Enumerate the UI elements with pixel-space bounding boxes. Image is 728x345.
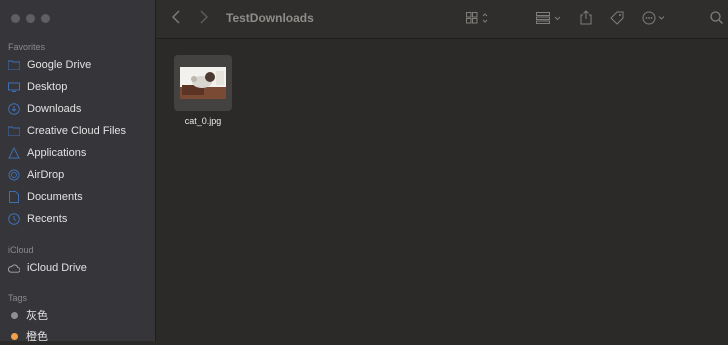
file-item[interactable]: cat_0.jpg [174, 55, 232, 129]
back-icon[interactable] [172, 10, 180, 24]
airdrop-icon [8, 169, 20, 181]
clock-icon [8, 213, 20, 225]
sidebar-item-desktop[interactable]: Desktop [8, 78, 67, 96]
share-icon[interactable] [580, 10, 592, 25]
folder-icon [8, 59, 20, 71]
folder-icon [8, 125, 20, 137]
sidebar-item-documents[interactable]: Documents [8, 188, 83, 206]
more-actions-icon[interactable] [642, 11, 668, 25]
image-thumbnail-icon [180, 67, 226, 99]
applications-icon [8, 147, 20, 159]
sidebar-item-label: Desktop [27, 81, 68, 93]
download-icon [8, 103, 20, 115]
sidebar-item-downloads[interactable]: Downloads [8, 100, 81, 118]
sidebar-item-applications[interactable]: Applications [8, 144, 86, 162]
sidebar-item-label: Documents [27, 191, 83, 203]
sidebar-item-label: Google Drive [27, 59, 92, 71]
tag-color-dot [11, 332, 18, 340]
group-by-icon[interactable] [536, 12, 564, 24]
toolbar: TestDownloads [156, 0, 728, 39]
finder-window: Favorites Google Drive Desktop Downloads… [0, 0, 728, 343]
icon-view-icon[interactable] [466, 12, 490, 24]
tag-color-dot [11, 311, 18, 319]
sidebar-item-label: Downloads [27, 103, 82, 115]
sidebar-item-google-drive[interactable]: Google Drive [8, 56, 91, 74]
cloud-icon [8, 262, 20, 274]
tag-icon[interactable] [610, 11, 624, 25]
sidebar-tag-gray[interactable]: 灰色 [8, 306, 48, 324]
window-controls [11, 14, 50, 23]
file-thumbnail[interactable] [174, 55, 232, 111]
sidebar-item-creative-cloud-files[interactable]: Creative Cloud Files [8, 122, 126, 140]
document-icon [8, 191, 20, 203]
sidebar-item-label: iCloud Drive [27, 262, 87, 274]
sidebar-item-airdrop[interactable]: AirDrop [8, 166, 64, 184]
sidebar-section-favorites: Favorites [8, 42, 46, 52]
sidebar-item-label: 灰色 [26, 310, 48, 322]
sidebar-item-label: Applications [27, 147, 87, 159]
file-area: cat_0.jpg [156, 39, 728, 341]
forward-icon[interactable] [200, 10, 208, 24]
sidebar-section-tags: Tags [8, 293, 28, 303]
sidebar-item-icloud-drive[interactable]: iCloud Drive [8, 259, 87, 277]
close-button[interactable] [11, 14, 20, 23]
sidebar-item-label: 橙色 [26, 331, 48, 343]
minimize-button[interactable] [26, 14, 35, 23]
sidebar: Favorites Google Drive Desktop Downloads… [0, 0, 156, 343]
window-title: TestDownloads [226, 11, 314, 25]
zoom-button[interactable] [41, 14, 50, 23]
sidebar-tag-orange[interactable]: 橙色 [8, 327, 48, 345]
sidebar-item-label: Creative Cloud Files [27, 125, 127, 137]
search-icon[interactable] [710, 11, 723, 24]
sidebar-item-label: Recents [27, 213, 68, 225]
sidebar-section-icloud: iCloud [8, 245, 34, 255]
desktop-icon [8, 81, 20, 93]
file-name: cat_0.jpg [184, 116, 222, 126]
sidebar-item-label: AirDrop [27, 169, 65, 181]
sidebar-item-recents[interactable]: Recents [8, 210, 67, 228]
